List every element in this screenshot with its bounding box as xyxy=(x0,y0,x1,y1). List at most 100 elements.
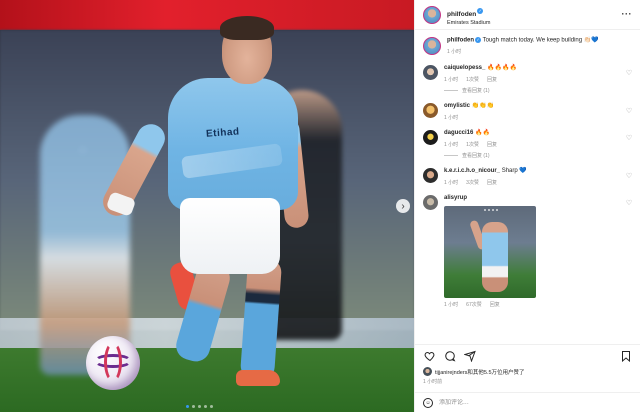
commenter-avatar[interactable] xyxy=(423,194,438,210)
replies-divider xyxy=(444,154,458,156)
replies-divider xyxy=(444,90,458,92)
view-replies-button[interactable]: 查看回复 (1) xyxy=(444,87,625,94)
paper-plane-icon[interactable] xyxy=(463,349,477,363)
comment-line: omylistic 👏👏👏 xyxy=(444,103,625,111)
comment-body: dagucci16 🔥🔥 1 小时 1次赞 回复 查看回复 (1) xyxy=(444,130,625,159)
comment-username[interactable]: dagucci16 xyxy=(444,130,473,136)
comment-body: alisyrup 1 小时 67次赞 回复 xyxy=(444,195,625,309)
action-bar xyxy=(415,344,640,366)
author-username[interactable]: philfoden xyxy=(447,11,476,18)
main-player: Etihad xyxy=(0,0,414,412)
heart-icon[interactable]: ♡ xyxy=(625,172,633,180)
heart-icon[interactable]: ♡ xyxy=(625,107,633,115)
ellipsis-icon[interactable]: ··· xyxy=(622,9,633,19)
comment-body: caiquelopess_ 🔥🔥🔥🔥 1 小时 1次赞 回复 查看回复 (1) xyxy=(444,65,625,94)
comment-username[interactable]: alisyrup xyxy=(444,195,467,201)
comment-username[interactable]: caiquelopess_ xyxy=(444,65,485,71)
reply-button[interactable]: 回复 xyxy=(487,76,497,83)
comment-item: alisyrup 1 小时 67次赞 回复 ♡ xyxy=(423,194,633,309)
comment-likes[interactable]: 67次赞 xyxy=(466,301,482,308)
ball-seam xyxy=(104,342,122,382)
comment-likes[interactable]: 3次赞 xyxy=(466,179,479,186)
comment-item: omylistic 👏👏👏 1 小时 ♡ xyxy=(423,103,633,121)
player-shorts xyxy=(180,198,280,274)
view-replies-button[interactable]: 查看回复 (1) xyxy=(444,152,625,159)
commenter-avatar[interactable] xyxy=(423,167,438,183)
carousel-dot xyxy=(210,405,213,408)
verified-badge-icon: ✓ xyxy=(477,8,484,15)
comment-time: 1 小时 xyxy=(444,179,459,186)
view-replies-label: 查看回复 (1) xyxy=(462,152,490,159)
likes-text: tijjanirejnders和其他5.5万位用户赞了 xyxy=(435,369,525,376)
carousel-dot xyxy=(186,405,189,408)
comment-item: dagucci16 🔥🔥 1 小时 1次赞 回复 查看回复 (1) ♡ xyxy=(423,129,633,159)
commenter-avatar[interactable] xyxy=(423,103,438,119)
reply-button[interactable]: 回复 xyxy=(490,301,500,308)
caption-username[interactable]: philfoden xyxy=(447,38,474,44)
chevron-right-icon[interactable]: › xyxy=(396,199,410,213)
heart-icon[interactable] xyxy=(423,349,437,363)
post-header: philfoden ✓ Emirates Stadium ··· xyxy=(415,0,640,30)
caption-line: philfoden ✓ Tough match today. We keep bu… xyxy=(447,37,633,45)
heart-icon[interactable]: ♡ xyxy=(625,199,633,207)
post-sidebar: philfoden ✓ Emirates Stadium ··· philfode… xyxy=(414,0,640,412)
author-block: philfoden ✓ Emirates Stadium xyxy=(447,3,490,27)
comment-text: Sharp 💙 xyxy=(501,167,527,174)
caption-time: 1 小时 xyxy=(447,49,462,56)
verified-badge-icon: ✓ xyxy=(475,37,481,43)
view-replies-label: 查看回复 (1) xyxy=(462,88,490,95)
liker-avatar xyxy=(423,367,432,376)
add-comment-bar: ☺ xyxy=(415,392,640,412)
carousel-dot xyxy=(204,405,207,408)
comment-line: caiquelopess_ 🔥🔥🔥🔥 xyxy=(444,65,625,73)
comment-text: 🔥🔥🔥🔥 xyxy=(487,65,517,72)
comment-image[interactable] xyxy=(444,206,536,299)
carousel-dot xyxy=(198,405,201,408)
comment-username[interactable]: omylistic xyxy=(444,103,470,109)
comment-text: 🔥🔥 xyxy=(475,129,490,136)
post-time: 1 小时前 xyxy=(423,379,443,385)
smiley-icon[interactable]: ☺ xyxy=(423,397,433,408)
post-caption: philfoden ✓ Tough match today. We keep bu… xyxy=(423,37,633,55)
comment-line: k.e.r.i.c.h.o_nicour_ Sharp 💙 xyxy=(444,168,625,176)
post-photo[interactable]: Etihad › xyxy=(0,0,414,412)
heart-icon[interactable]: ♡ xyxy=(625,134,633,142)
caption-avatar[interactable] xyxy=(423,37,441,55)
caption-body: philfoden ✓ Tough match today. We keep bu… xyxy=(447,37,633,55)
comment-time: 1 小时 xyxy=(444,302,459,309)
comment-body: omylistic 👏👏👏 1 小时 xyxy=(444,103,625,121)
football xyxy=(86,336,140,390)
post-location[interactable]: Emirates Stadium xyxy=(447,20,490,26)
reply-button[interactable]: 回复 xyxy=(487,179,497,186)
comment-meta: 1 小时 1次赞 回复 xyxy=(444,141,625,148)
comment-username[interactable]: k.e.r.i.c.h.o_nicour_ xyxy=(444,168,500,174)
caption-text: Tough match today. We keep building 👏🏻💙 xyxy=(482,37,599,44)
add-comment-input[interactable] xyxy=(439,399,619,406)
comment-likes[interactable]: 1次赞 xyxy=(466,76,479,83)
comment-time: 1 小时 xyxy=(444,114,459,121)
comment-meta: 1 小时 1次赞 回复 xyxy=(444,76,625,83)
comment-likes[interactable]: 1次赞 xyxy=(466,141,479,148)
author-avatar[interactable] xyxy=(423,5,441,24)
comment-item: caiquelopess_ 🔥🔥🔥🔥 1 小时 1次赞 回复 查看回复 (1) … xyxy=(423,65,633,94)
comment-time: 1 小时 xyxy=(444,141,459,148)
comment-meta: 1 小时 3次赞 回复 xyxy=(444,179,625,186)
commenter-avatar[interactable] xyxy=(423,129,438,145)
comments-list[interactable]: philfoden ✓ Tough match today. We keep bu… xyxy=(415,31,640,343)
reply-button[interactable]: 回复 xyxy=(487,141,497,148)
comment-text: 👏👏👏 xyxy=(471,103,495,110)
player-hair xyxy=(220,16,274,40)
player-right-boot xyxy=(236,370,280,386)
comment-line: dagucci16 🔥🔥 xyxy=(444,130,625,138)
likes-summary[interactable]: tijjanirejnders和其他5.5万位用户赞了 xyxy=(423,367,525,376)
bookmark-icon[interactable] xyxy=(619,349,633,363)
commenter-avatar[interactable] xyxy=(423,65,438,81)
player-right-leg xyxy=(239,256,283,382)
comment-time: 1 小时 xyxy=(444,77,459,84)
carousel-indicator xyxy=(186,405,213,408)
heart-icon[interactable]: ♡ xyxy=(625,69,633,77)
comment-body: k.e.r.i.c.h.o_nicour_ Sharp 💙 1 小时 3次赞 回… xyxy=(444,168,625,186)
speech-bubble-icon[interactable] xyxy=(443,349,457,363)
image-dots xyxy=(484,209,498,212)
image-figure xyxy=(482,222,508,293)
